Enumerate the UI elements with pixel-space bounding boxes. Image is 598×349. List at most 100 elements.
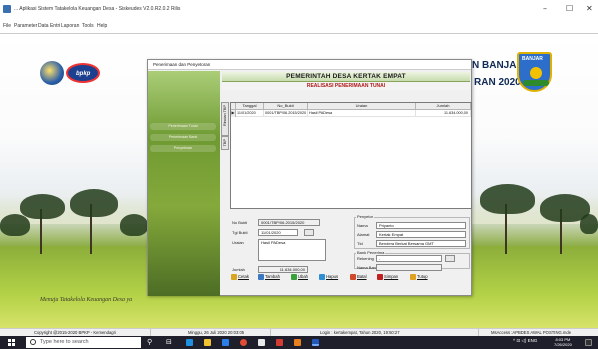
tambah-button[interactable]: Tambah: [257, 271, 280, 283]
col-no-bukti[interactable]: No_Bukti: [264, 103, 308, 110]
bpkp-logo: bpkp: [66, 63, 100, 83]
col-uraian[interactable]: Uraian: [308, 103, 416, 110]
close-icon[interactable]: ✕: [586, 4, 593, 13]
menu-parameter[interactable]: Parameter: [14, 23, 37, 29]
ttd-field[interactable]: Bendera Berkat Bersama GMT: [376, 240, 466, 247]
menu-data-entri[interactable]: Data Entri: [38, 23, 60, 29]
search-icon: [30, 339, 36, 345]
side-menu: Penerimaan Tunai Penerimaan Bank Penyeto…: [148, 71, 220, 296]
menu-bar: File Parameter Data Entri Laporan Tools …: [0, 20, 598, 34]
printer-icon: [231, 273, 237, 280]
system-tray[interactable]: ^ ⊡ ◁) ENG: [513, 338, 537, 344]
delete-icon: [319, 273, 325, 280]
menu-laporan[interactable]: Laporan: [61, 23, 79, 29]
close-door-icon: [410, 273, 416, 280]
taskbar: Type here to search ⚲ ⊟ ^ ⊡ ◁) ENG 8:03 …: [0, 336, 598, 349]
side-item-penerimaan-tunai[interactable]: Penerimaan Tunai: [150, 123, 216, 130]
nama-label: Nama: [357, 223, 368, 228]
palm-tree: [480, 184, 535, 214]
windows-start-icon[interactable]: [8, 339, 15, 346]
alamat-label: Alamat: [357, 232, 370, 237]
taskbar-search-input[interactable]: Type here to search: [26, 337, 141, 348]
palm-tree: [20, 194, 65, 219]
app-titlebar: ... Aplikasi Sistem Tatakelola Keuangan …: [0, 0, 598, 20]
table-cell[interactable]: Hasil PADesa: [308, 110, 416, 117]
chrome-icon[interactable]: [240, 339, 247, 346]
tgl-bukti-label: Tgl Bukti: [232, 230, 248, 235]
add-icon: [258, 273, 264, 280]
word-icon[interactable]: [312, 339, 319, 346]
vertical-tabs: Rincian TBP TBP: [221, 102, 229, 214]
rekening-field[interactable]: -: [376, 255, 442, 262]
menu-file[interactable]: File: [3, 23, 11, 29]
batal-button[interactable]: Batal: [349, 271, 367, 283]
rekening-lookup-button[interactable]: [445, 255, 455, 262]
notification-icon[interactable]: [585, 339, 592, 346]
dialog-subheader: REALISASI PENERIMAAN TUNAI: [222, 82, 470, 90]
col-tanggal[interactable]: Tanggal: [236, 103, 264, 110]
menu-help[interactable]: Help: [97, 23, 107, 29]
simpan-button[interactable]: Simpan: [376, 271, 398, 283]
palm-tree: [0, 214, 30, 236]
minimize-icon[interactable]: –: [543, 4, 547, 13]
cetak-button[interactable]: Cetak: [230, 271, 249, 283]
microphone-icon[interactable]: ⚲: [147, 338, 152, 346]
palm-tree: [580, 214, 598, 234]
uraian-label: Uraian: [232, 240, 244, 245]
crest-band: [523, 80, 549, 86]
nama-bank-field[interactable]: [376, 264, 442, 271]
dialog-titlebar: Penerimaan dan Penyetoran: [148, 60, 471, 70]
no-bukti-label: No Bukti: [232, 220, 248, 225]
task-view-icon[interactable]: ⊟: [166, 338, 172, 346]
edge-icon[interactable]: [186, 339, 193, 346]
app-pinned-icon[interactable]: [276, 339, 283, 346]
nama-field[interactable]: Priyanto: [376, 222, 466, 229]
side-item-penyetoran[interactable]: Penyetoran: [150, 145, 216, 152]
tutup-button[interactable]: Tutup: [409, 271, 428, 283]
rekening-label: Rekening: [357, 256, 374, 261]
banner-line2: RAN 2020: [474, 77, 521, 88]
app-icon: [3, 5, 11, 13]
app-pinned-icon[interactable]: [258, 339, 265, 346]
table-cell[interactable]: 11.634.000,00: [416, 110, 471, 117]
ubah-button[interactable]: Ubah: [290, 271, 308, 283]
edit-icon: [291, 273, 297, 280]
file-explorer-icon[interactable]: [204, 339, 211, 346]
checkmark-icon: [377, 273, 383, 280]
action-toolbar: Cetak Tambah Ubah Hapus Batal Simpan Tut…: [230, 271, 472, 284]
tbp-grid[interactable]: Tanggal No_Bukti Uraian Jumlah ▶ 11/01/2…: [230, 102, 472, 209]
penyetor-caption: Penyetor: [356, 214, 375, 219]
side-item-penerimaan-bank[interactable]: Penerimaan Bank: [150, 134, 216, 141]
palm-tree: [70, 189, 118, 217]
maximize-icon[interactable]: ☐: [566, 4, 573, 13]
status-bar: Copyright @2015-2020 BPKP - Kemendagri M…: [0, 328, 598, 337]
calendar-button[interactable]: [304, 229, 314, 236]
menu-tools[interactable]: Tools: [82, 23, 94, 29]
tab-tbp[interactable]: TBP: [221, 136, 229, 150]
tab-rincian-tbp[interactable]: Rincian TBP: [221, 102, 229, 136]
banjar-crest: BANJAR: [517, 52, 552, 92]
taskbar-clock[interactable]: 8:03 PM 7/26/2020: [554, 337, 572, 347]
hapus-button[interactable]: Hapus: [318, 271, 338, 283]
status-login: Login : kertakempat, Tahun 2020, 19:50:2…: [320, 330, 400, 335]
status-copyright: Copyright @2015-2020 BPKP - Kemendagri: [34, 330, 116, 335]
no-bukti-field[interactable]: 0001/TBP/06.2015/2020: [258, 219, 320, 226]
status-database: MsAccess :APBDES AWAL POSTING.mde: [491, 330, 572, 335]
col-jumlah[interactable]: Jumlah: [416, 103, 471, 110]
ttd-label: Ttd: [357, 241, 363, 246]
dialog-header: PEMERINTAH DESA KERTAK EMPAT: [222, 72, 470, 82]
table-cell[interactable]: 0001/TBP/06.2015/2020: [264, 110, 308, 117]
palm-tree: [120, 214, 148, 236]
tgl-bukti-field[interactable]: 11/01/2020: [258, 229, 298, 236]
dialog-title: Penerimaan dan Penyetoran: [153, 62, 211, 67]
tagline: Menuju Tatakelola Keuangan Desa ya: [40, 297, 133, 303]
nama-bank-label: Nama Bank: [357, 265, 378, 270]
alamat-field[interactable]: Kertak Empat: [376, 231, 466, 238]
store-icon[interactable]: [222, 339, 229, 346]
banner-line1: N BANJAR: [472, 60, 524, 71]
crest-sun-icon: [530, 67, 542, 79]
cancel-icon: [350, 273, 356, 280]
table-cell[interactable]: 11/01/2020: [236, 110, 264, 117]
uraian-field[interactable]: Hasil PADesa: [258, 239, 326, 261]
app-pinned-icon[interactable]: [294, 339, 301, 346]
